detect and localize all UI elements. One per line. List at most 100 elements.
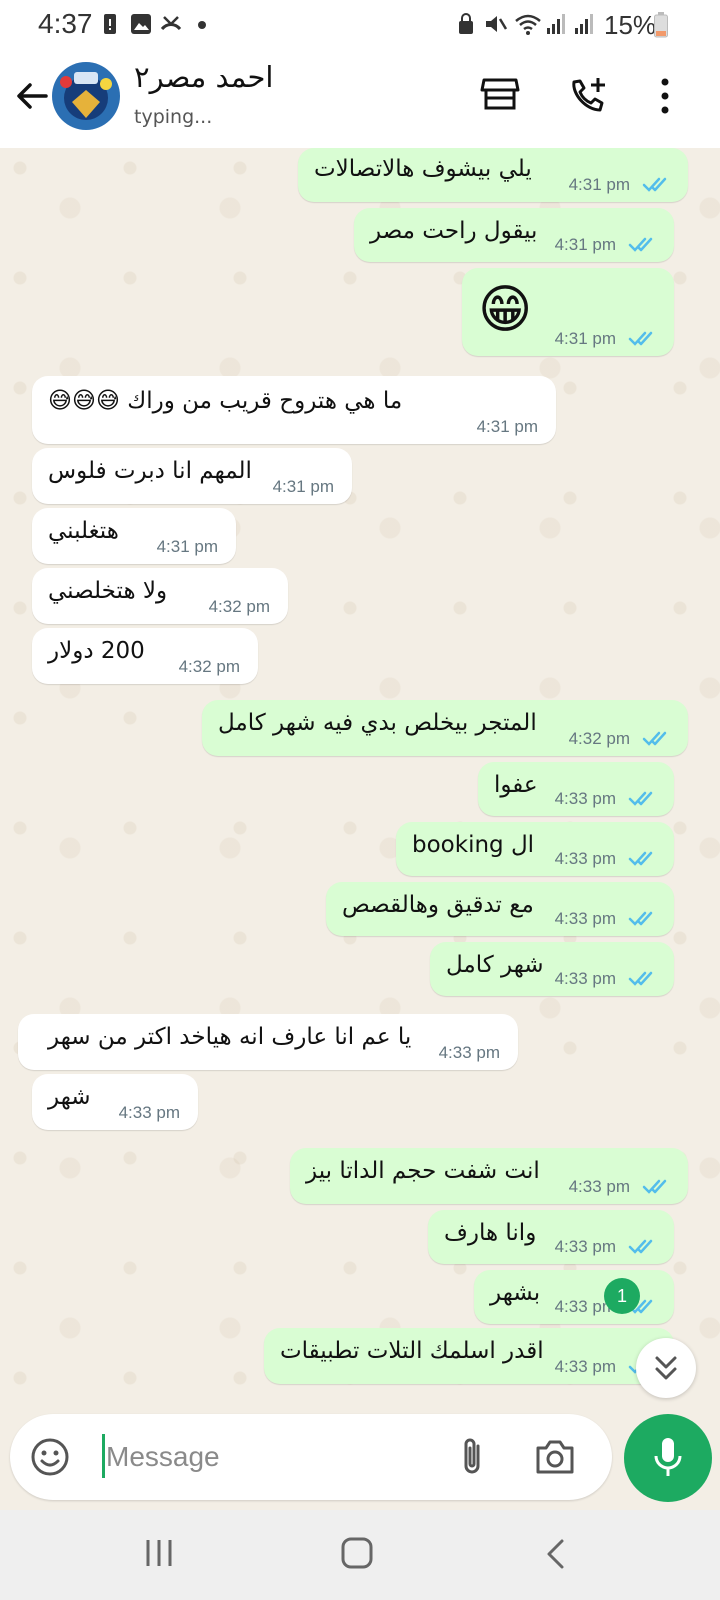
more-notifications-dot-icon [198, 21, 206, 29]
message-bubble-outgoing[interactable]: 😁 4:31 pm [462, 268, 674, 356]
status-time: 4:37 [38, 8, 93, 39]
read-receipt-icon [628, 791, 653, 806]
message-time: 4:32 pm [178, 657, 240, 676]
message-time: 4:31 pm [272, 477, 334, 496]
message-text: 200 دولار [48, 638, 145, 664]
mute-icon [486, 16, 508, 32]
message-text: بيقول راحت مصر [370, 218, 538, 244]
message-time: 4:33 pm [554, 909, 616, 928]
camera-icon[interactable] [534, 1438, 576, 1476]
add-call-icon[interactable] [568, 76, 608, 116]
scroll-to-bottom-button[interactable] [636, 1338, 696, 1398]
message-time: 4:32 pm [208, 597, 270, 616]
message-time: 4:31 pm [568, 175, 630, 194]
signal-icon-1 [547, 14, 565, 34]
message-text: ما هي هتروح قريب من وراك 😅😅😅 [48, 388, 403, 414]
emoji-icon[interactable] [30, 1437, 70, 1477]
message-bubble-incoming[interactable]: ولا هتخلصني 4:32 pm [32, 568, 288, 624]
message-bubble-outgoing[interactable]: عفوا 4:33 pm [478, 762, 674, 816]
recent-apps-icon[interactable] [144, 1538, 174, 1568]
message-text: مع تدقيق وهالقصص [342, 892, 534, 918]
alarm-lock-icon [459, 13, 473, 34]
contact-name[interactable]: احمد مصر٢ [134, 60, 273, 94]
message-bubble-outgoing[interactable]: ال booking 4:33 pm [396, 822, 674, 876]
message-time: 4:33 pm [568, 1177, 630, 1196]
read-receipt-icon [642, 1179, 667, 1194]
read-receipt-icon [628, 911, 653, 926]
battery-percent: 15% [604, 10, 657, 40]
message-bubble-incoming[interactable]: يا عم انا عارف انه هياخد اكتر من سهر 4:3… [18, 1014, 518, 1070]
message-bubble-outgoing[interactable]: المتجر بيخلص بدي فيه شهر كامل 4:32 pm [202, 700, 688, 756]
battery-icon [654, 12, 668, 38]
system-navigation-bar [0, 1510, 720, 1600]
message-text: بشهر [490, 1280, 541, 1306]
message-bubble-incoming[interactable]: هتغلبني 4:31 pm [32, 508, 236, 564]
contact-status: typing... [134, 106, 213, 128]
shop-icon[interactable] [480, 76, 520, 112]
message-bubble-outgoing[interactable]: بيقول راحت مصر 4:31 pm [354, 208, 674, 262]
message-time: 4:33 pm [554, 789, 616, 808]
message-bubble-outgoing[interactable]: بشهر 4:33 pm [474, 1270, 674, 1324]
read-receipt-icon [628, 1239, 653, 1254]
message-time: 4:31 pm [476, 417, 538, 436]
message-text: يا عم انا عارف انه هياخد اكتر من سهر [48, 1024, 412, 1050]
message-text: هتغلبني [48, 518, 119, 544]
message-time: 4:33 pm [438, 1043, 500, 1062]
avatar-image [52, 62, 120, 130]
message-text: انت شفت حجم الداتا بيز [306, 1158, 540, 1184]
double-chevron-down-icon [655, 1356, 677, 1380]
message-time: 4:31 pm [554, 235, 616, 254]
message-bubble-outgoing[interactable]: وانا هارف 4:33 pm [428, 1210, 674, 1264]
message-text: شهر كامل [446, 952, 544, 978]
voice-message-button[interactable] [624, 1414, 712, 1502]
read-receipt-icon [628, 331, 653, 346]
chat-message-list[interactable]: يلي بيشوف هالاتصالات 4:31 pm بيقول راحت … [0, 148, 720, 1414]
message-text: ولا هتخلصني [48, 578, 168, 604]
chat-header: احمد مصر٢ typing... [0, 50, 720, 149]
more-options-icon[interactable] [658, 76, 672, 116]
message-input-container [10, 1414, 612, 1500]
microphone-icon [654, 1438, 682, 1476]
message-text: اقدر اسلمك التلات تطبيقات [280, 1338, 544, 1364]
message-bubble-outgoing[interactable]: شهر كامل 4:33 pm [430, 942, 674, 996]
read-receipt-icon [628, 971, 653, 986]
message-time: 4:32 pm [568, 729, 630, 748]
unread-count-badge: 1 [604, 1278, 640, 1314]
message-composer [0, 1414, 720, 1510]
message-text: شهر [48, 1084, 91, 1110]
message-bubble-outgoing[interactable]: يلي بيشوف هالاتصالات 4:31 pm [298, 148, 688, 202]
gallery-notification-icon [131, 14, 151, 34]
message-time: 4:31 pm [554, 329, 616, 348]
message-bubble-outgoing[interactable]: مع تدقيق وهالقصص 4:33 pm [326, 882, 674, 936]
message-text: عفوا [494, 772, 538, 798]
message-time: 4:33 pm [554, 969, 616, 988]
system-back-icon[interactable] [544, 1538, 568, 1570]
home-icon[interactable] [340, 1536, 374, 1570]
read-receipt-icon [642, 177, 667, 192]
read-receipt-icon [642, 731, 667, 746]
message-bubble-outgoing[interactable]: اقدر اسلمك التلات تطبيقات 4:33 pm [264, 1328, 674, 1384]
missed-call-icon [160, 16, 182, 31]
read-receipt-icon [628, 851, 653, 866]
message-bubble-incoming[interactable]: 200 دولار 4:32 pm [32, 628, 258, 684]
message-bubble-incoming[interactable]: ما هي هتروح قريب من وراك 😅😅😅 4:31 pm [32, 376, 556, 444]
phone-notification-icon [104, 14, 116, 34]
message-text: يلي بيشوف هالاتصالات [314, 156, 532, 182]
message-bubble-outgoing[interactable]: انت شفت حجم الداتا بيز 4:33 pm [290, 1148, 688, 1204]
avatar[interactable] [52, 62, 120, 130]
status-bar: 4:37 15% [0, 0, 720, 50]
message-text: المهم انا دبرت فلوس [48, 458, 252, 484]
message-emoji: 😁 [478, 280, 533, 340]
message-bubble-incoming[interactable]: شهر 4:33 pm [32, 1074, 198, 1130]
message-bubble-incoming[interactable]: المهم انا دبرت فلوس 4:31 pm [32, 448, 352, 504]
message-time: 4:33 pm [118, 1103, 180, 1122]
message-time: 4:33 pm [554, 1237, 616, 1256]
message-text: وانا هارف [444, 1220, 537, 1246]
message-input[interactable] [104, 1434, 468, 1480]
attach-icon[interactable] [458, 1436, 488, 1478]
message-time: 4:33 pm [554, 849, 616, 868]
signal-icon-2 [575, 14, 593, 34]
message-time: 4:33 pm [554, 1357, 616, 1376]
message-time: 4:31 pm [156, 537, 218, 556]
back-arrow-icon[interactable] [14, 78, 50, 114]
